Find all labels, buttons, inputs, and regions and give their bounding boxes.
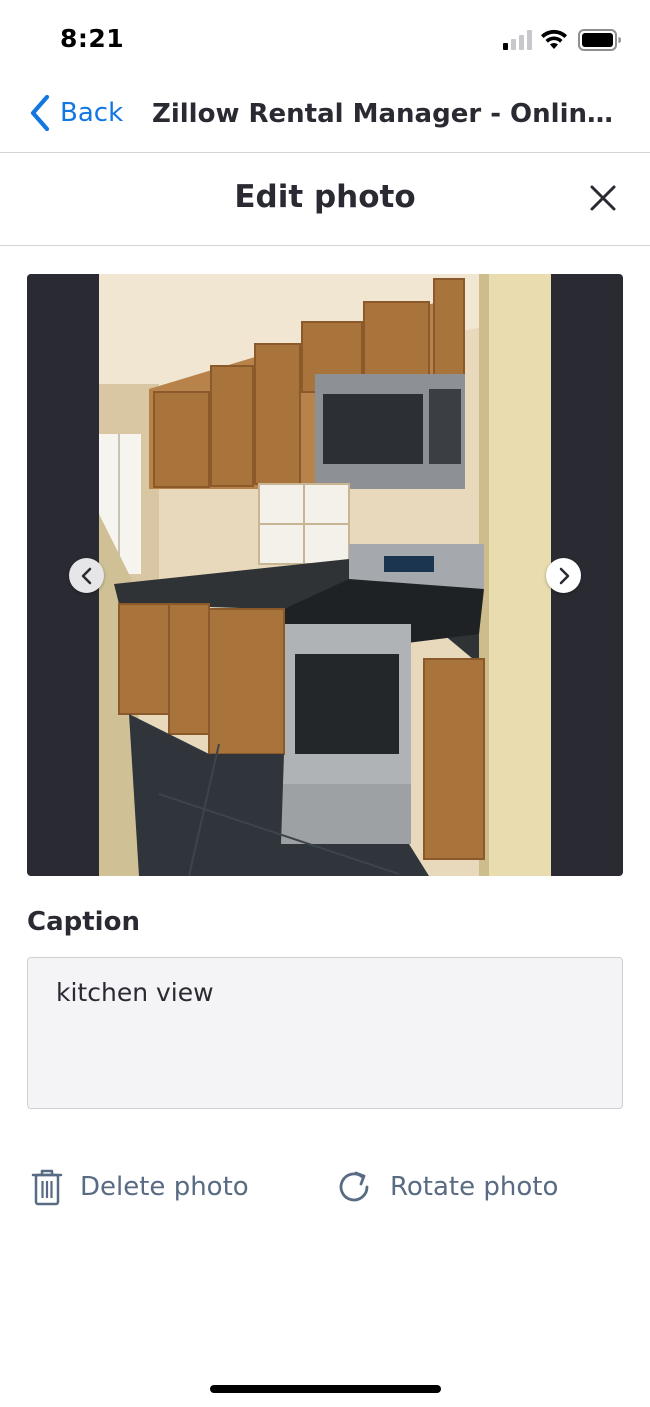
next-photo-button[interactable] <box>546 558 581 593</box>
photo-viewer <box>27 274 623 876</box>
delete-photo-button[interactable]: Delete photo <box>30 1168 249 1206</box>
rotate-icon <box>339 1171 369 1202</box>
back-label: Back <box>60 98 124 128</box>
wifi-icon <box>541 29 567 49</box>
modal-title: Edit photo <box>234 179 416 215</box>
close-icon[interactable] <box>588 183 618 213</box>
status-bar: 8:21 <box>0 0 650 78</box>
previous-photo-button[interactable] <box>69 558 104 593</box>
back-button[interactable]: Back <box>28 94 123 132</box>
delete-photo-label: Delete photo <box>80 1172 249 1202</box>
status-time: 8:21 <box>60 24 125 53</box>
page-title: Zillow Rental Manager - Online Pr... <box>152 99 622 129</box>
home-indicator <box>210 1385 441 1393</box>
back-chevron-icon <box>30 94 50 132</box>
chevron-left-icon <box>81 567 91 584</box>
signal-icon <box>503 30 532 50</box>
modal-header: Edit photo <box>0 153 650 246</box>
kitchen-photo <box>99 274 551 876</box>
navigation-bar: Back Zillow Rental Manager - Online Pr..… <box>0 78 650 153</box>
chevron-right-icon <box>559 567 569 584</box>
rotate-photo-label: Rotate photo <box>390 1172 559 1202</box>
caption-input[interactable]: kitchen view <box>27 957 623 1109</box>
rotate-photo-button[interactable]: Rotate photo <box>336 1168 558 1206</box>
trash-icon <box>31 1169 63 1206</box>
battery-icon <box>578 29 621 51</box>
caption-value: kitchen view <box>56 978 214 1007</box>
caption-label: Caption <box>27 907 140 937</box>
